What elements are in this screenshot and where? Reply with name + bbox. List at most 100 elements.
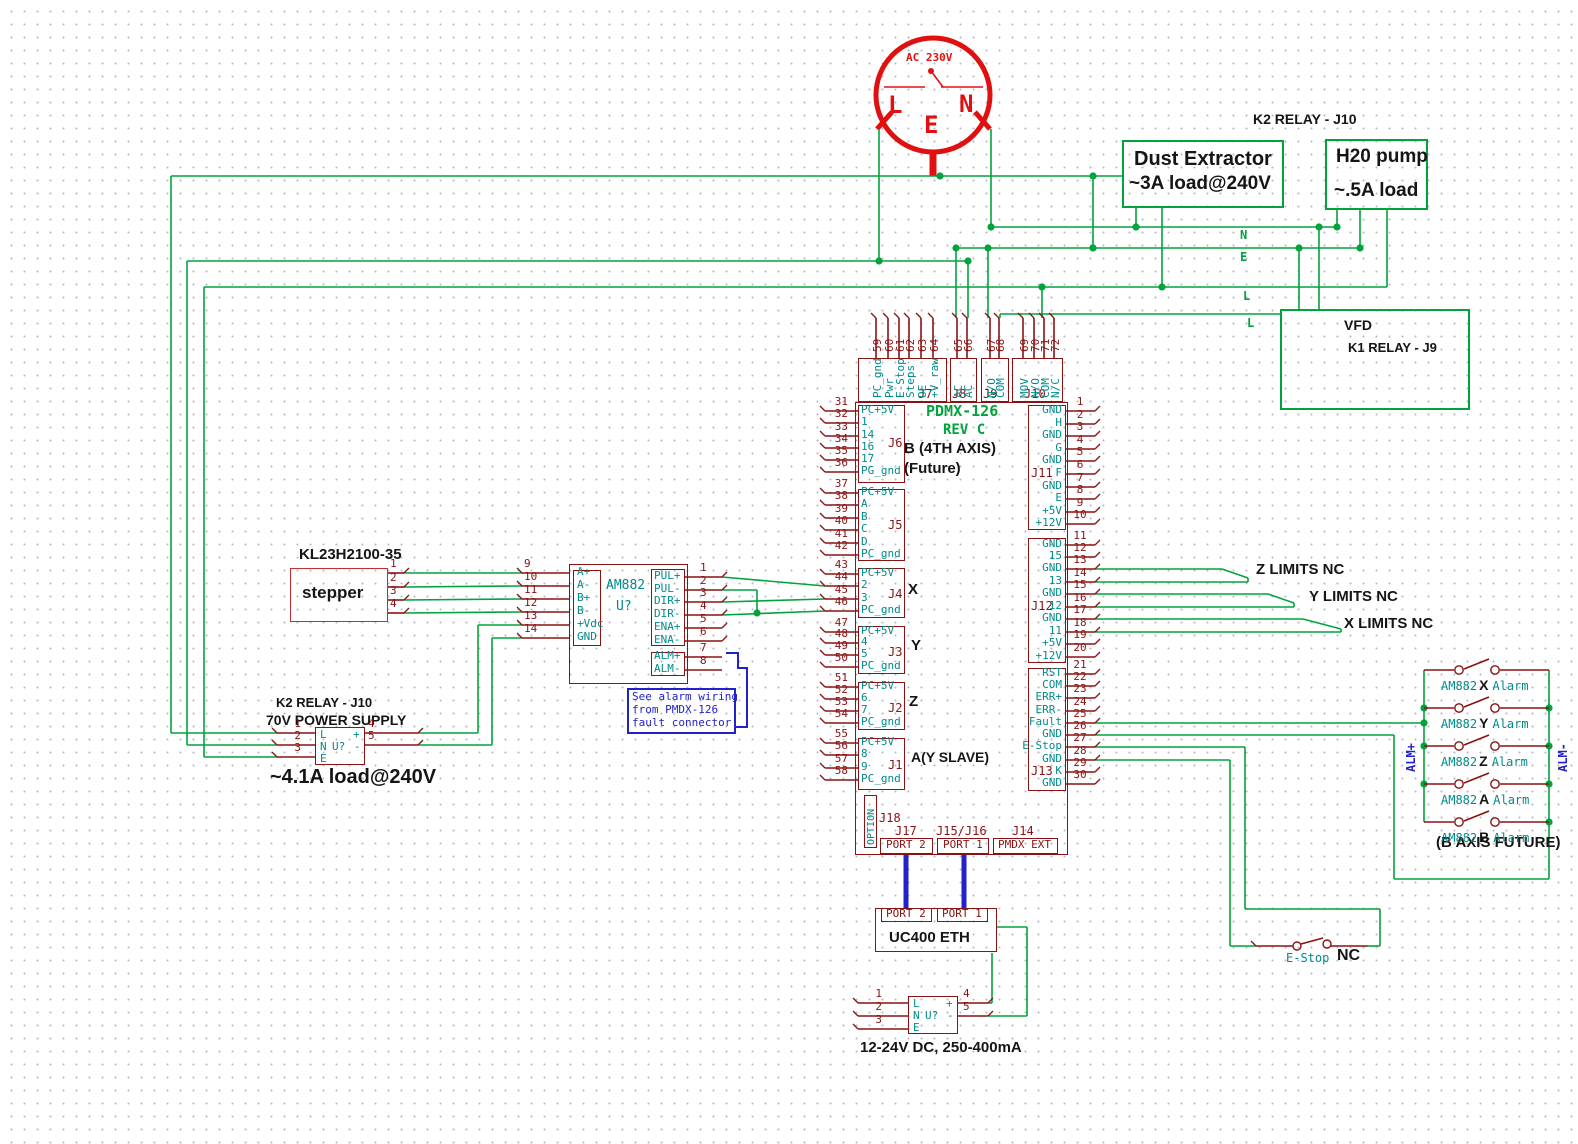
h2o-pump-name: H20 pump [1336,147,1428,168]
pin-number: 40 [813,515,848,527]
pin-number: 1 [1067,396,1093,408]
connector-ref: J6 [888,437,902,450]
junction-dot [1089,172,1096,179]
pdmx-pmdxext-box: PMDX EXT [993,838,1058,854]
wire [722,611,825,615]
alarm-row-label: AM882YAlarm [1441,714,1529,732]
junction-dot [1089,244,1096,251]
pin-hook [904,313,909,318]
connector-ref: J1 [888,759,902,772]
alarm-row-text: Y [1479,715,1488,731]
junction-dot [952,244,959,251]
alarm-row-text: B [1479,829,1489,845]
h2o-pump-box: H20 pump ~.5A load [1325,139,1428,210]
pin-label: GND [1000,612,1062,624]
alarm-note-line2: from PMDX-126 [632,704,718,716]
pin-number: 64 [929,339,941,352]
pin-label: ERR+ [1000,691,1062,703]
pin-label: E-Stop [1000,740,1062,752]
pin-label: GND [1000,454,1062,466]
stepper-title: KL23H2100-35 [299,547,402,564]
alarm-row-text: Z [1479,753,1488,769]
wire [1303,619,1341,629]
alm-plus-label: ALM+ [1405,743,1418,772]
pin-label: DIR+ [654,595,683,607]
vfd-name: VFD [1344,318,1372,333]
connector-ref: J5 [888,519,902,532]
ps24-label: 12-24V DC, 250-400mA [860,1040,1022,1057]
wire [722,599,825,602]
junction-dot [936,172,943,179]
pin-number: 23 [1067,683,1093,695]
pin-label: PC_gnd [861,773,901,785]
pdmx-j17-ref: J17 [895,825,917,838]
pin-number: 4 [700,600,707,612]
dust-extractor-load: ~3A load@240V [1129,174,1271,195]
uc400-port2-box: PORT 2 [881,908,932,922]
alarm-switch-blade [1464,659,1489,669]
pin-number: 6 [700,626,707,638]
pin-number: 17 [1067,604,1093,616]
pin-number: 50 [813,652,848,664]
alarm-row-text: AM882 [1441,831,1477,845]
connector-ref: J2 [888,702,902,715]
pin-number: 10 [1067,509,1093,521]
alarm-switch-blade [1464,735,1489,745]
estop-nc-label: NC [1337,947,1360,965]
axis-label: Z [909,694,918,711]
am882-name: AM882 [606,579,645,593]
pin-hook [928,313,933,318]
pin-hook [1095,669,1100,674]
uc400-port1-label: PORT 1 [942,908,982,920]
switch-contact [1491,704,1499,712]
wire-label-l1: L [1243,290,1250,303]
k2-relay-top-label: K2 RELAY - J10 [1253,112,1357,127]
junction-dot [753,609,760,616]
pin-label: ENA+ [654,621,683,633]
pin-label: A- [577,579,590,591]
pin-label: +12V [1000,517,1062,529]
pdmx-port1-label: PORT 1 [943,839,983,851]
pin-label: ENA- [654,634,683,646]
pin-number: 72 [1050,339,1062,352]
alm-minus-label: ALM- [1557,743,1570,772]
pin-number: 36 [813,457,848,469]
pin-number: 3 [285,742,301,754]
ps70-relay-label: K2 RELAY - J10 [276,696,372,710]
pin-hook [1095,507,1100,512]
pin-number: 7 [700,642,707,654]
pin-number: 13 [1067,554,1093,566]
stepper-name: stepper [302,584,363,603]
wire-label-e: E [1240,251,1247,264]
pin-label: +Vdc [577,618,604,630]
pin-label: A+ [577,566,590,578]
pin-hook [853,998,858,1003]
switch-contact [1323,940,1331,948]
pin-number: 2 [866,1001,882,1013]
pin-hook [916,313,921,318]
wire [1268,594,1294,603]
ps70-pin-e: E [320,753,327,765]
vfd-box: VFD K1 RELAY - J9 [1280,309,1470,410]
junction-dot [964,257,971,264]
pin-hook [894,313,899,318]
estop-blade [1301,938,1323,944]
pin-number: 19 [1067,629,1093,641]
pin-hook [1095,431,1100,436]
pin-hook [871,313,876,318]
ps24-pin-minus: - [947,1010,954,1022]
alarm-row-text: X [1479,677,1488,693]
pin-number: 5 [368,730,375,742]
junction-dot [987,223,994,230]
pin-number: 68 [995,339,1007,352]
pin-label: +12V [1000,650,1062,662]
pin-hook [1095,469,1100,474]
pin-number: 8 [1067,484,1093,496]
pin-label: GND [1000,480,1062,492]
junction-dot [928,68,934,74]
ps24-pin-e: E [913,1022,920,1034]
pin-hook [1095,706,1100,711]
pin-hook [994,313,999,318]
pin-number: 27 [1067,732,1093,744]
pin-number: 38 [813,490,848,502]
